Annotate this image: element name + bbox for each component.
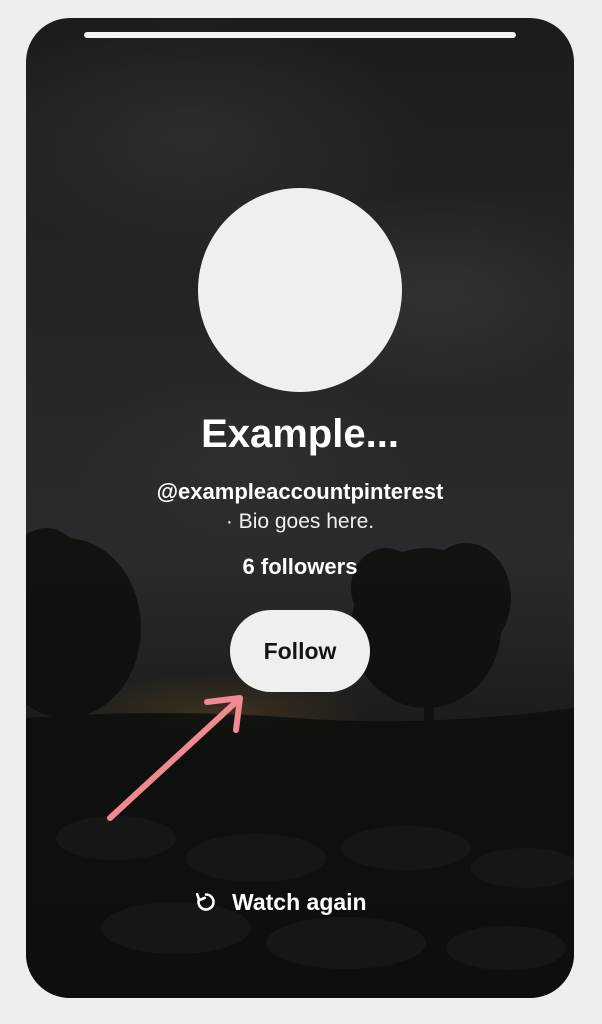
avatar[interactable]: [198, 188, 402, 392]
watch-again-label: Watch again: [232, 888, 367, 915]
follow-button[interactable]: Follow: [230, 610, 370, 692]
profile-name[interactable]: Example...: [26, 410, 574, 458]
page: Example... @exampleaccountpinterest · Bi…: [0, 0, 602, 1024]
replay-icon: [195, 892, 215, 911]
followers-count[interactable]: 6 followers: [26, 552, 574, 582]
story-card: Example... @exampleaccountpinterest · Bi…: [26, 18, 574, 998]
story-progress-bar: [84, 32, 516, 38]
watch-again-button[interactable]: Watch again: [194, 882, 367, 922]
story-progress-fill: [84, 32, 516, 38]
profile-bio: · Bio goes here.: [225, 510, 375, 533]
profile-handle[interactable]: @exampleaccountpinterest: [26, 478, 574, 506]
